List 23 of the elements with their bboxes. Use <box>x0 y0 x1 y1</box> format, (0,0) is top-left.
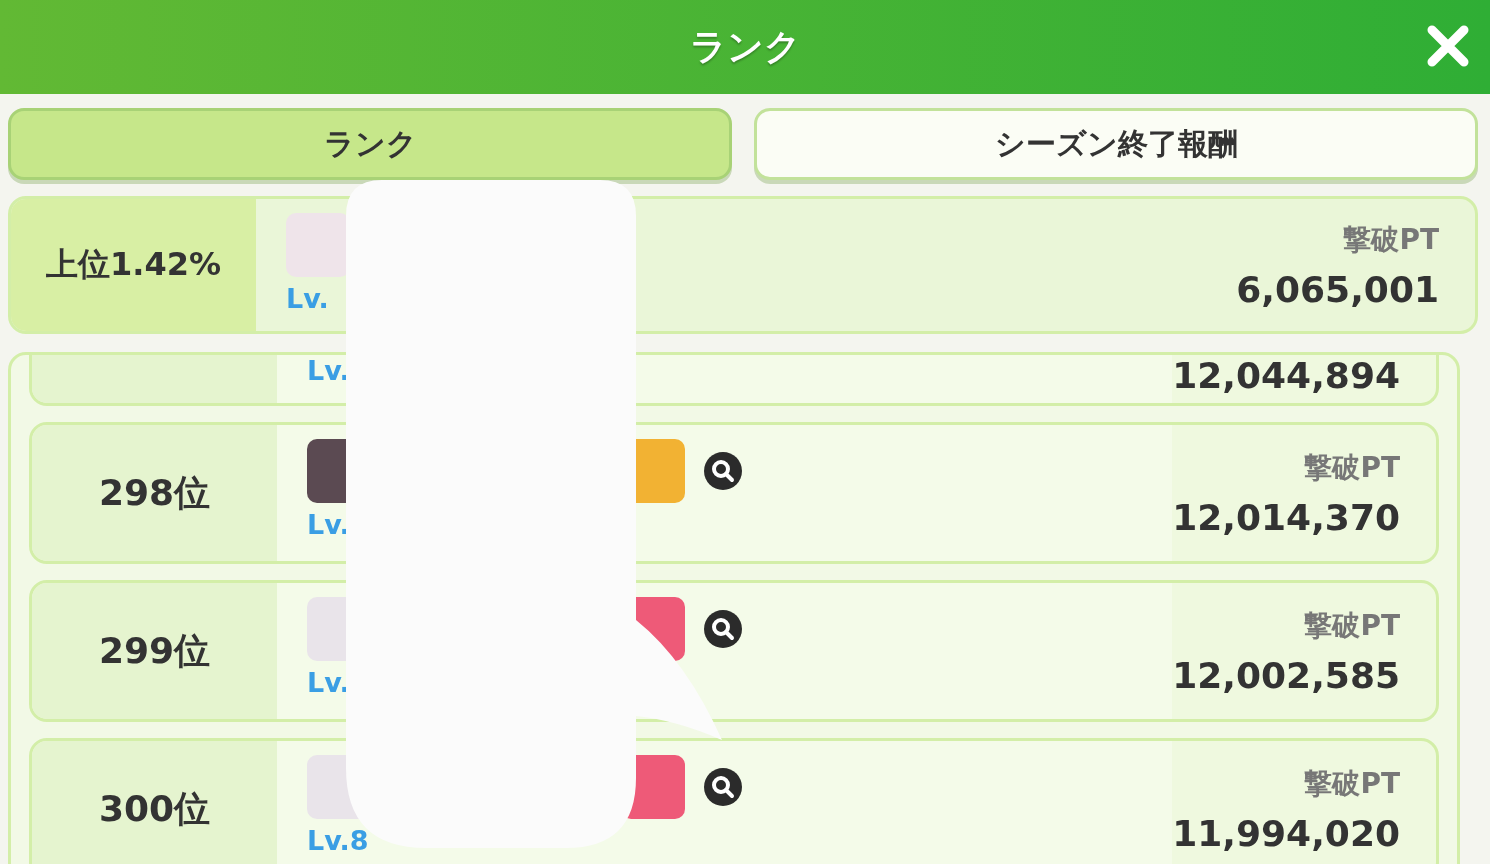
rank-number: 300位 <box>32 741 277 864</box>
score-label: 撃破PT <box>1304 449 1400 486</box>
score-value: 12,002,585 <box>1172 654 1400 696</box>
level-label: Lv. <box>307 667 350 698</box>
rank-number: 298位 <box>32 425 277 561</box>
score-value: 11,994,020 <box>1172 812 1400 854</box>
level-label: Lv.8 <box>307 825 369 856</box>
score-label: 撃破PT <box>1343 221 1439 258</box>
level-label: Lv. <box>286 283 329 314</box>
score-label: 撃破PT <box>1304 765 1400 802</box>
score-value: 12,044,894 <box>1172 355 1400 396</box>
search-icon[interactable] <box>703 767 743 807</box>
score-label: 撃破PT <box>1304 607 1400 644</box>
level-label: Lv. <box>307 509 350 540</box>
close-icon[interactable] <box>1426 24 1470 68</box>
score-value: 12,014,370 <box>1172 496 1400 538</box>
rank-number: 299位 <box>32 583 277 719</box>
search-icon[interactable] <box>703 609 743 649</box>
search-icon[interactable] <box>703 451 743 491</box>
rank-percentile: 上位1.42% <box>11 199 256 331</box>
window-title: ランク <box>689 24 801 69</box>
level-label: Lv. <box>307 355 350 386</box>
score-value: 6,065,001 <box>1236 268 1439 310</box>
